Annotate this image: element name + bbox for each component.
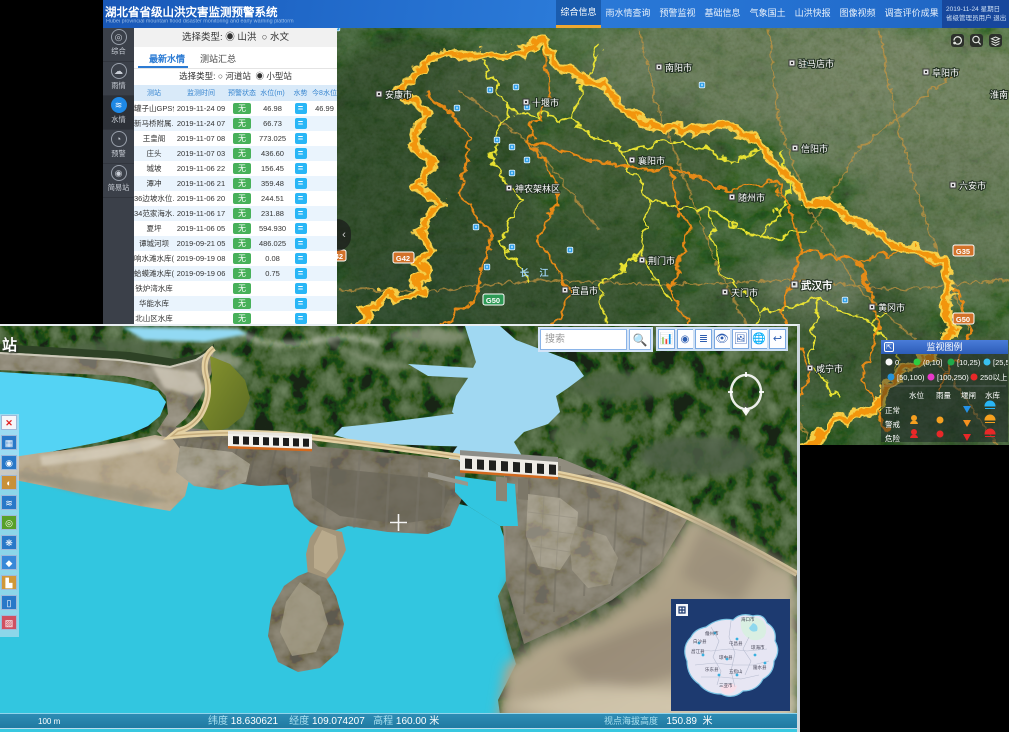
svg-text:250以上: 250以上 <box>980 373 1008 382</box>
svg-text:五指山: 五指山 <box>729 668 743 675</box>
svg-text:信阳市: 信阳市 <box>801 143 828 154</box>
svg-text:G35: G35 <box>956 247 970 256</box>
svg-text:G50: G50 <box>956 315 970 324</box>
svg-text:长 江: 长 江 <box>520 267 553 278</box>
svg-text:G42: G42 <box>396 254 410 263</box>
svg-text:危险: 危险 <box>885 433 900 442</box>
svg-text:南阳市: 南阳市 <box>665 62 692 73</box>
svg-text:黄冈市: 黄冈市 <box>878 302 905 313</box>
svg-text:水位: 水位 <box>909 390 924 400</box>
svg-text:昌江县: 昌江县 <box>691 648 705 655</box>
svg-text:宜昌市: 宜昌市 <box>571 285 598 296</box>
svg-text:乐东县: 乐东县 <box>705 666 719 673</box>
svg-text:(0,10]: (0,10] <box>923 358 942 367</box>
svg-text:白沙县: 白沙县 <box>693 638 707 645</box>
svg-text:警戒: 警戒 <box>885 419 900 429</box>
svg-text:阜阳市: 阜阳市 <box>932 67 959 78</box>
svg-text:咸宁市: 咸宁市 <box>816 363 843 374</box>
svg-text:天门市: 天门市 <box>731 287 758 298</box>
svg-text:驻马店市: 驻马店市 <box>798 58 834 69</box>
svg-text:G42: G42 <box>337 252 343 261</box>
svg-text:[10,25): [10,25) <box>957 358 981 367</box>
svg-text:陵水县: 陵水县 <box>753 664 767 671</box>
svg-text:[50,100): [50,100) <box>897 373 925 382</box>
svg-text:三亚市: 三亚市 <box>719 682 733 689</box>
svg-text:N: N <box>743 403 748 410</box>
svg-text:儋州市: 儋州市 <box>705 630 719 637</box>
svg-text:武汉市: 武汉市 <box>801 279 833 292</box>
svg-text:淮南: 淮南 <box>990 89 1008 100</box>
svg-text:0: 0 <box>895 358 899 367</box>
svg-text:[25,50: [25,50 <box>993 358 1008 367</box>
svg-text:十堰市: 十堰市 <box>532 97 559 108</box>
svg-text:屯昌县: 屯昌县 <box>729 640 743 647</box>
svg-text:六安市: 六安市 <box>959 180 986 191</box>
svg-text:随州市: 随州市 <box>738 192 765 203</box>
svg-text:琼海市: 琼海市 <box>751 644 765 651</box>
svg-text:正常: 正常 <box>885 406 900 415</box>
svg-text:荆门市: 荆门市 <box>648 255 675 266</box>
svg-text:雨量: 雨量 <box>936 391 951 400</box>
svg-text:琼中县: 琼中县 <box>719 654 733 661</box>
svg-text:襄阳市: 襄阳市 <box>638 155 665 166</box>
svg-text:G50: G50 <box>486 296 500 305</box>
svg-text:海口市: 海口市 <box>741 616 755 623</box>
svg-text:神农架林区: 神农架林区 <box>515 183 560 194</box>
svg-text:安康市: 安康市 <box>385 89 412 100</box>
svg-text:[100,250): [100,250) <box>937 373 969 382</box>
svg-text:堰闸: 堰闸 <box>961 390 976 400</box>
svg-text:水库: 水库 <box>985 390 1000 400</box>
